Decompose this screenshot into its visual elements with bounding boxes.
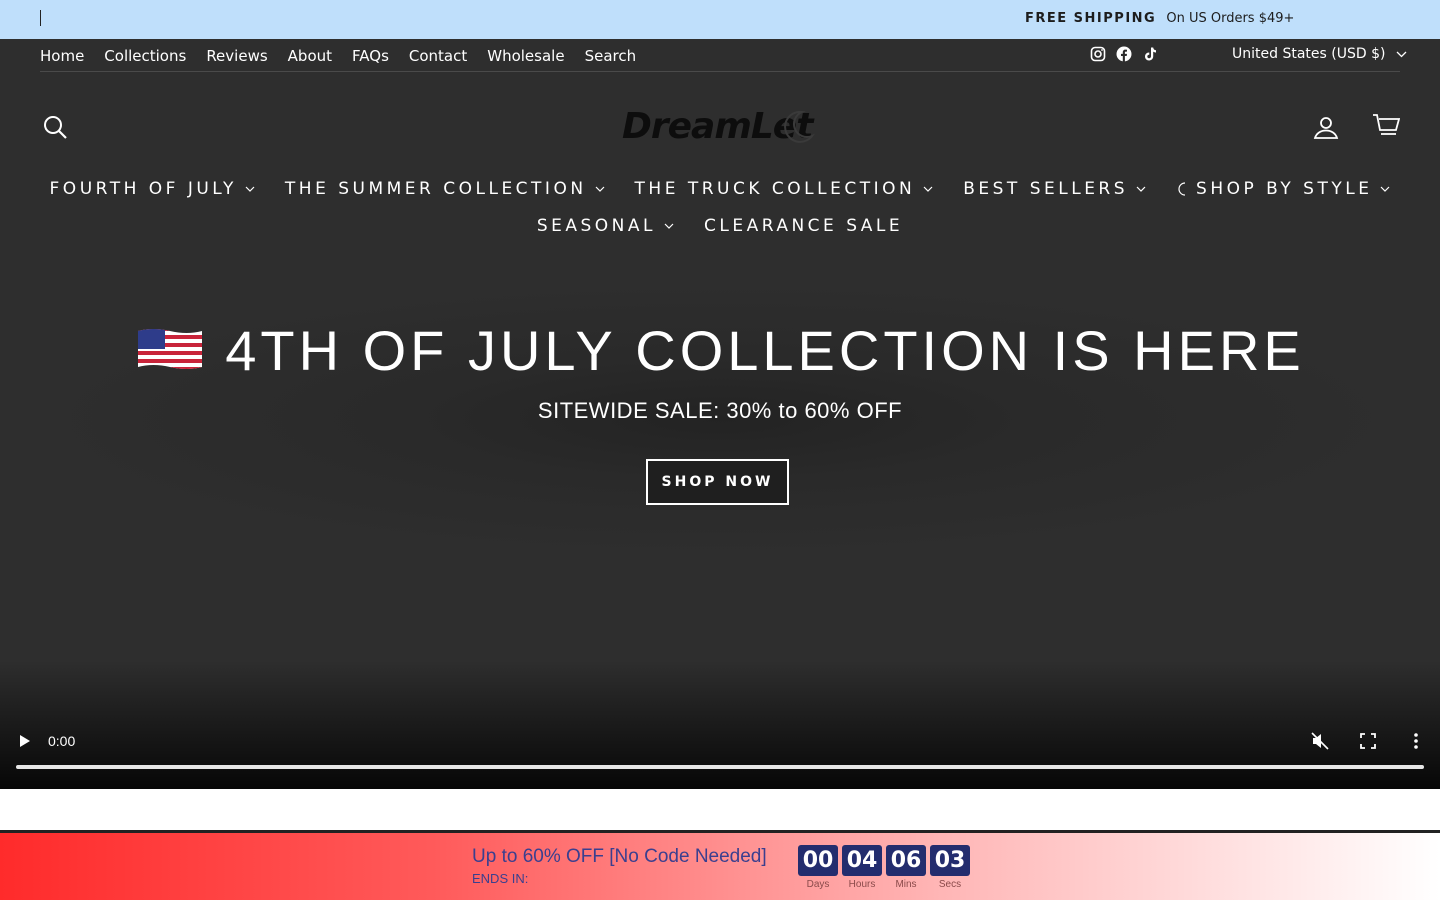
nav-link-reviews[interactable]: Reviews xyxy=(206,47,267,65)
play-icon[interactable] xyxy=(18,733,32,749)
countdown-bar: Up to 60% OFF [No Code Needed] ENDS IN: … xyxy=(0,833,1440,900)
menu-label: BEST SELLERS xyxy=(963,178,1129,199)
menu-item-fourth-of-july[interactable]: FOURTH OF JULY xyxy=(50,179,255,199)
menu-label: SEASONAL xyxy=(536,215,656,236)
menu-item-clearance-sale[interactable]: CLEARANCE SALE xyxy=(704,216,903,236)
countdown-mins-value: 06 xyxy=(886,845,926,876)
menu-label: THE SUMMER COLLECTION xyxy=(284,178,587,199)
nav-link-faqs[interactable]: FAQs xyxy=(352,47,389,65)
fullscreen-icon[interactable] xyxy=(1359,732,1377,750)
chevron-down-icon xyxy=(923,186,933,192)
shop-now-button[interactable]: SHOP NOW xyxy=(646,459,789,505)
top-nav-links: Home Collections Reviews About FAQs Cont… xyxy=(40,47,636,65)
social-links xyxy=(1090,46,1158,62)
chevron-down-icon xyxy=(1381,186,1390,192)
nav-link-about[interactable]: About xyxy=(288,47,332,65)
menu-item-truck-collection[interactable]: THE TRUCK COLLECTION xyxy=(635,179,934,199)
video-time: 0:00 xyxy=(48,733,76,749)
us-flag-icon xyxy=(138,329,203,370)
moon-icon xyxy=(784,110,816,143)
tiktok-icon[interactable] xyxy=(1142,46,1158,62)
nav-link-collections[interactable]: Collections xyxy=(104,47,186,65)
announcement-message[interactable]: FREE SHIPPING On US Orders $49+ xyxy=(1025,11,1294,26)
announcement-text: On US Orders $49+ xyxy=(1166,11,1295,26)
top-navigation: Home Collections Reviews About FAQs Cont… xyxy=(40,39,1407,72)
currency-selector[interactable]: United States (USD $) xyxy=(1232,46,1407,62)
text-cursor xyxy=(40,10,41,26)
chevron-down-icon xyxy=(245,186,255,192)
hero-title-text: 4TH OF JULY COLLECTION IS HERE xyxy=(225,319,1305,382)
countdown-timer: 00 Days 04 Hours 06 Mins 03 Secs xyxy=(798,845,970,890)
menu-label: FOURTH OF JULY xyxy=(49,178,237,199)
menu-label: SHOP BY STYLE xyxy=(1196,178,1373,199)
nav-link-wholesale[interactable]: Wholesale xyxy=(487,47,564,65)
crescent-icon xyxy=(1178,181,1186,196)
countdown-mins: 06 Mins xyxy=(886,845,926,890)
menu-item-seasonal[interactable]: SEASONAL xyxy=(537,216,674,236)
main-menu-row-2: SEASONAL CLEARANCE SALE xyxy=(0,207,1440,244)
currency-label: United States (USD $) xyxy=(1232,46,1386,62)
menu-item-summer-collection[interactable]: THE SUMMER COLLECTION xyxy=(285,179,605,199)
site-logo[interactable]: DreamLet xyxy=(620,104,820,150)
countdown-hours: 04 Hours xyxy=(842,845,882,890)
nav-link-contact[interactable]: Contact xyxy=(409,47,467,65)
more-options-icon[interactable] xyxy=(1411,731,1421,751)
main-menu-row-1: FOURTH OF JULY THE SUMMER COLLECTION THE… xyxy=(0,170,1440,207)
instagram-icon[interactable] xyxy=(1090,46,1106,62)
announcement-highlight: FREE SHIPPING xyxy=(1025,11,1157,26)
facebook-icon[interactable] xyxy=(1116,46,1132,62)
countdown-secs: 03 Secs xyxy=(930,845,970,890)
cart-icon[interactable] xyxy=(1372,112,1400,140)
countdown-mins-label: Mins xyxy=(895,879,917,890)
countdown-days-value: 00 xyxy=(798,845,838,876)
nav-link-search[interactable]: Search xyxy=(585,47,637,65)
chevron-down-icon xyxy=(1396,51,1407,57)
countdown-secs-value: 03 xyxy=(930,845,970,876)
chevron-down-icon xyxy=(664,223,674,229)
video-controls-fade xyxy=(0,660,1440,789)
countdown-hours-value: 04 xyxy=(842,845,882,876)
nav-link-home[interactable]: Home xyxy=(40,47,84,65)
hero-title: 4TH OF JULY COLLECTION IS HERE xyxy=(0,318,1440,383)
search-icon[interactable] xyxy=(42,114,68,140)
countdown-days-label: Days xyxy=(806,879,830,890)
chevron-down-icon xyxy=(1136,186,1146,192)
countdown-headline: Up to 60% OFF [No Code Needed] xyxy=(472,846,767,867)
main-menu: FOURTH OF JULY THE SUMMER COLLECTION THE… xyxy=(0,170,1440,244)
hero-subtitle: SITEWIDE SALE: 30% to 60% OFF xyxy=(537,398,903,423)
menu-label: THE TRUCK COLLECTION xyxy=(634,178,916,199)
announcement-bar: FREE SHIPPING On US Orders $49+ xyxy=(0,0,1440,39)
countdown-ends-label: ENDS IN: xyxy=(472,871,529,886)
video-progress-bar[interactable] xyxy=(16,765,1424,769)
chevron-down-icon xyxy=(595,186,604,192)
countdown-days: 00 Days xyxy=(798,845,838,890)
menu-label: CLEARANCE SALE xyxy=(704,215,904,236)
muted-volume-icon[interactable] xyxy=(1310,731,1330,751)
menu-item-best-sellers[interactable]: BEST SELLERS xyxy=(963,179,1146,199)
countdown-hours-label: Hours xyxy=(848,879,876,890)
countdown-secs-label: Secs xyxy=(938,879,962,890)
page-section-divider xyxy=(0,789,1440,832)
account-icon[interactable] xyxy=(1313,114,1339,140)
menu-item-shop-by-style[interactable]: SHOP BY STYLE xyxy=(1176,179,1390,199)
